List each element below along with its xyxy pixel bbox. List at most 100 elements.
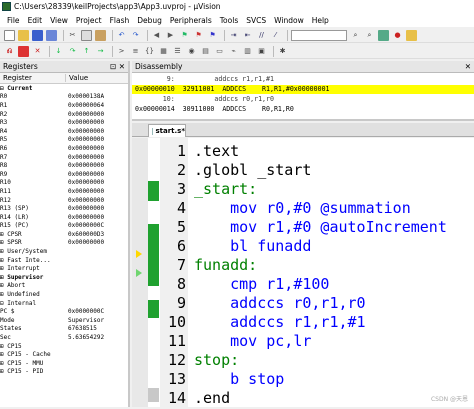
code-line[interactable]: 10 addccs r1,r1,#1 — [132, 312, 474, 333]
command-window-icon[interactable]: > — [116, 46, 127, 57]
step-over-icon[interactable]: ↷ — [67, 46, 78, 57]
menu-flash[interactable]: Flash — [106, 16, 134, 25]
register-row[interactable]: ⊟ Current — [0, 84, 128, 93]
bookmark-icon[interactable]: ⚑ — [179, 30, 190, 41]
tab-start-s[interactable]: start.s* — [148, 124, 186, 137]
prev-bookmark-icon[interactable]: ⚑ — [193, 30, 204, 41]
code-line[interactable]: 2 .globl _start — [132, 160, 474, 181]
disassembly-row[interactable]: 10: addccs r0,r1,r0 — [132, 95, 474, 104]
menu-peripherals[interactable]: Peripherals — [166, 16, 216, 25]
menu-window[interactable]: Window — [270, 16, 308, 25]
register-row[interactable]: ⊞ Abort — [0, 282, 128, 291]
register-row[interactable]: PC $ 0x0000000C — [0, 307, 128, 316]
code-line[interactable]: 7 funadd: — [132, 255, 474, 276]
register-row[interactable]: R8 0x00000000 — [0, 161, 128, 170]
code-line[interactable]: 9 addccs r0,r1,r0 — [132, 293, 474, 314]
run-to-cursor-icon[interactable]: → — [95, 46, 106, 57]
menu-edit[interactable]: Edit — [24, 16, 47, 25]
cut-icon[interactable]: ✂ — [67, 30, 78, 41]
register-row[interactable]: ⊞ User/System — [0, 247, 128, 256]
register-row[interactable]: R2 0x00000000 — [0, 110, 128, 119]
indent-icon[interactable]: ⇥ — [228, 30, 239, 41]
register-row[interactable]: ⊞ CP15 - PID — [0, 368, 128, 377]
disassembly-window-icon[interactable]: ≡ — [130, 46, 141, 57]
register-row[interactable]: R11 0x00000000 — [0, 187, 128, 196]
register-row[interactable]: R5 0x00000000 — [0, 136, 128, 145]
code-line[interactable]: 1 .text — [132, 141, 474, 162]
save-all-icon[interactable] — [46, 29, 57, 41]
register-row[interactable]: R3 0x00000000 — [0, 118, 128, 127]
uncomment-icon[interactable]: ⁄ — [270, 30, 281, 41]
disassembly-row[interactable]: 0x00000014 30911000 ADDCCS R0,R1,R0 — [132, 105, 474, 114]
register-row[interactable]: R9 0x00000000 — [0, 170, 128, 179]
new-file-icon[interactable] — [4, 29, 15, 41]
current-instruction-row[interactable]: 0x00000010 32911001 ADDCCS R1,R1,#0x0000… — [132, 85, 474, 94]
comment-icon[interactable]: // — [256, 30, 267, 41]
register-row[interactable]: R6 0x00000000 — [0, 144, 128, 153]
pin-icon[interactable]: ⊡ ✕ — [110, 62, 125, 71]
debug-session-icon[interactable]: ● — [392, 30, 403, 41]
menu-tools[interactable]: Tools — [216, 16, 242, 25]
menu-svcs[interactable]: SVCS — [242, 16, 270, 25]
registers-window-icon[interactable]: ▦ — [158, 46, 169, 57]
register-row[interactable]: R14 (LR) 0x00000000 — [0, 213, 128, 222]
disassembly-row[interactable]: 9: addccs r1,r1,#1 — [132, 75, 474, 84]
reset-icon[interactable]: ⎌ — [4, 46, 15, 57]
register-row[interactable]: ⊞ Undefined — [0, 290, 128, 299]
register-row[interactable]: R7 0x00000000 — [0, 153, 128, 162]
register-row[interactable]: R12 0x00000000 — [0, 196, 128, 205]
next-bookmark-icon[interactable]: ⚑ — [207, 30, 218, 41]
trace-window-icon[interactable]: ▥ — [242, 46, 253, 57]
register-row[interactable]: ⊞ Interrupt — [0, 264, 128, 273]
register-row[interactable]: R15 (PC) 0x0000000C — [0, 222, 128, 231]
undo-icon[interactable]: ↶ — [116, 30, 127, 41]
menu-project[interactable]: Project — [72, 16, 106, 25]
code-line[interactable]: 3 _start: — [132, 179, 474, 200]
menu-help[interactable]: Help — [308, 16, 333, 25]
find-combo[interactable] — [291, 29, 347, 41]
serial-window-icon[interactable]: ▭ — [214, 46, 225, 57]
code-line[interactable]: 12 stop: — [132, 350, 474, 371]
register-row[interactable]: R1 0x00000064 — [0, 101, 128, 110]
register-row[interactable]: R0 0x0000138A — [0, 93, 128, 102]
unindent-icon[interactable]: ⇤ — [242, 30, 253, 41]
register-row[interactable]: R10 0x00000000 — [0, 179, 128, 188]
code-line[interactable]: 8 cmp r1,#100 — [132, 274, 474, 295]
register-row[interactable]: Sec 5.63654292 — [0, 333, 128, 342]
source-editor[interactable]: 1 .text 2 .globl _start 3 _start: 4 mov r0,#0 … — [132, 138, 474, 407]
menu-debug[interactable]: Debug — [133, 16, 166, 25]
incremental-find-icon[interactable] — [378, 29, 389, 41]
forward-icon[interactable]: ▶ — [165, 30, 176, 41]
paste-icon[interactable] — [95, 29, 106, 41]
step-out-icon[interactable]: ↑ — [81, 46, 92, 57]
menu-view[interactable]: View — [46, 16, 72, 25]
code-line[interactable]: 4 mov r0,#0 @summation — [132, 198, 474, 219]
open-icon[interactable] — [18, 29, 29, 41]
code-line[interactable]: 6 bl funadd — [132, 236, 474, 257]
find-in-files-icon[interactable]: ⌕ — [364, 30, 375, 41]
register-row[interactable]: States 67638515 — [0, 325, 128, 334]
register-row[interactable]: R13 (SP) 0x00000000 — [0, 204, 128, 213]
analysis-window-icon[interactable]: ⌁ — [228, 46, 239, 57]
register-row[interactable]: R4 0x00000000 — [0, 127, 128, 136]
register-row[interactable]: Mode Supervisor — [0, 316, 128, 325]
close-icon[interactable]: ✕ — [465, 62, 471, 71]
register-row[interactable]: ⊞ CP15 - MMU — [0, 359, 128, 368]
step-into-icon[interactable]: ↓ — [53, 46, 64, 57]
call-stack-icon[interactable]: ☰ — [172, 46, 183, 57]
code-line[interactable]: 5 mov r1,#0 @autoIncrement — [132, 217, 474, 238]
settings-icon[interactable]: ✱ — [277, 46, 288, 57]
back-icon[interactable]: ◀ — [151, 30, 162, 41]
register-row[interactable]: ⊞ Fast Inte... — [0, 256, 128, 265]
find-icon[interactable]: ⌕ — [350, 30, 361, 41]
redo-icon[interactable]: ↷ — [130, 30, 141, 41]
register-row[interactable]: ⊞ CP15 — [0, 342, 128, 351]
symbols-window-icon[interactable]: {} — [144, 46, 155, 57]
system-viewer-icon[interactable]: ▣ — [256, 46, 267, 57]
run-icon[interactable] — [18, 45, 29, 57]
register-row[interactable]: ⊞ CPSR 0x600000D3 — [0, 230, 128, 239]
save-icon[interactable] — [32, 29, 43, 41]
configure-icon[interactable] — [406, 29, 417, 41]
memory-window-icon[interactable]: ▤ — [200, 46, 211, 57]
register-row[interactable]: ⊞ SPSR 0x00000000 — [0, 239, 128, 248]
